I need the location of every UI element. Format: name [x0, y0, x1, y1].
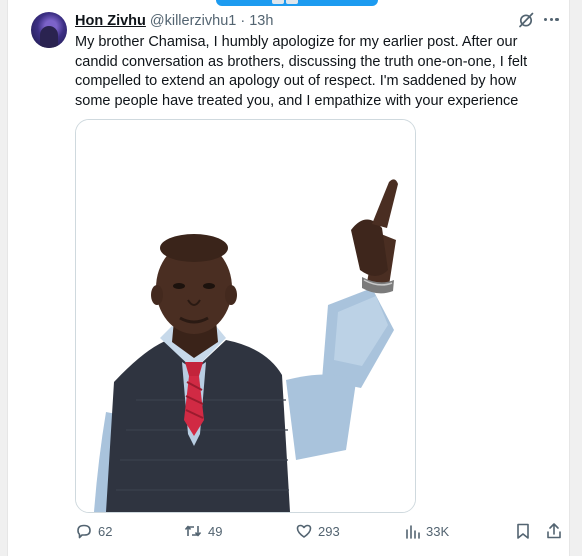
tweet-image[interactable] [75, 119, 416, 513]
repost-button[interactable]: 49 [183, 522, 222, 540]
tweet-card[interactable]: Hon Zivhu @killerzivhu1 · 13h My brother… [7, 0, 570, 556]
new-posts-pill[interactable] [216, 0, 378, 6]
more-icon[interactable] [544, 18, 559, 22]
tweet-text: My brother Chamisa, I humbly apologize f… [75, 34, 528, 109]
reply-count: 62 [98, 523, 113, 539]
author-name[interactable]: Hon Zivhu [75, 13, 146, 29]
author-handle[interactable]: @killerzivhu1 [150, 13, 236, 29]
views-count: 33K [426, 523, 450, 539]
separator: · [240, 13, 246, 29]
bookmark-icon [517, 523, 529, 539]
share-button[interactable] [545, 522, 563, 540]
man-pointing-photo [76, 120, 415, 512]
tweet-header: Hon Zivhu @killerzivhu1 · 13h [75, 12, 273, 30]
avatar-thumb [272, 0, 284, 4]
repost-icon [184, 525, 202, 537]
share-icon [547, 523, 561, 539]
like-count: 293 [318, 523, 340, 539]
repost-count: 49 [208, 523, 223, 539]
views-button[interactable]: 33K [405, 522, 449, 540]
bookmark-button[interactable] [515, 522, 531, 540]
like-icon [296, 524, 312, 538]
timestamp[interactable]: 13h [249, 13, 273, 29]
avatar[interactable] [31, 12, 67, 48]
tweet-actions: 62 49 293 33K [75, 522, 565, 542]
like-button[interactable]: 293 [295, 522, 340, 540]
avatar-thumb [286, 0, 298, 4]
views-icon [406, 525, 420, 539]
reply-icon [77, 524, 91, 539]
reply-button[interactable]: 62 [75, 522, 112, 540]
grok-icon[interactable] [517, 11, 535, 29]
